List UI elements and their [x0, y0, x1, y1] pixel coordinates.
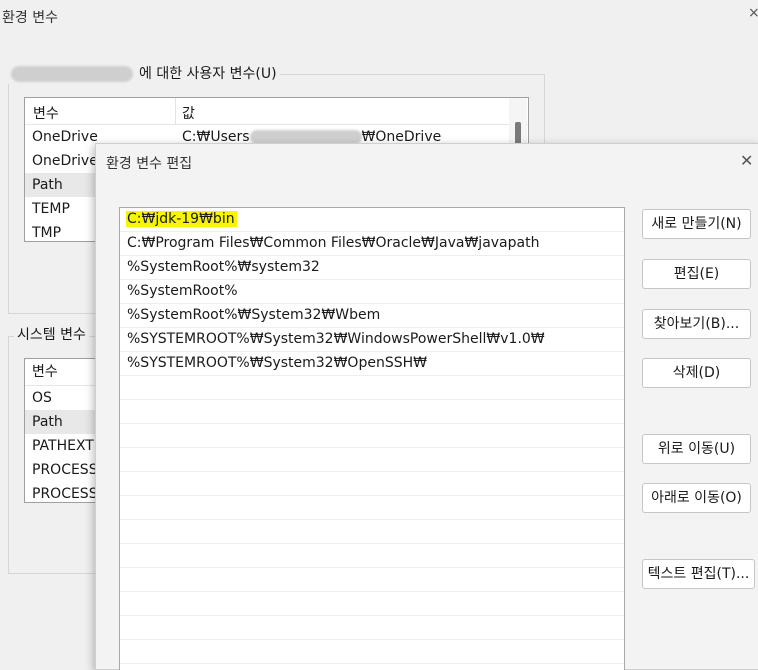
user-variables-label: 에 대한 사용자 변수(U) [8, 64, 280, 84]
empty-path-row[interactable] [120, 640, 624, 664]
empty-path-row[interactable] [120, 520, 624, 544]
redacted-user-folder [249, 130, 362, 144]
dialog-close-icon[interactable]: ✕ [740, 151, 753, 170]
env-window-close-button[interactable]: × [748, 5, 758, 21]
system-variables-label: 시스템 변수 [14, 325, 89, 345]
edit-env-variable-dialog: 환경 변수 편집 ✕ C:₩jdk-19₩bin C:₩Program File… [95, 143, 758, 670]
path-entry[interactable]: %SYSTEMROOT%₩System32₩OpenSSH₩ [120, 352, 624, 376]
path-entry[interactable]: %SystemRoot%₩system32 [120, 256, 624, 280]
empty-path-row[interactable] [120, 472, 624, 496]
highlighted-path-text: C:₩jdk-19₩bin [126, 211, 237, 227]
column-header-variable[interactable]: 변수 [33, 103, 59, 123]
empty-path-row[interactable] [120, 592, 624, 616]
path-entry-jdk[interactable]: C:₩jdk-19₩bin [120, 208, 624, 232]
path-entries-list[interactable]: C:₩jdk-19₩bin C:₩Program Files₩Common Fi… [119, 207, 625, 670]
empty-path-row[interactable] [120, 568, 624, 592]
move-up-button[interactable]: 위로 이동(U) [642, 434, 751, 464]
empty-path-row[interactable] [120, 376, 624, 400]
edit-text-button[interactable]: 텍스트 편집(T)... [642, 559, 755, 589]
column-header-variable[interactable]: 변수 [32, 364, 58, 380]
empty-path-row[interactable] [120, 664, 624, 670]
browse-button[interactable]: 찾아보기(B)... [642, 309, 751, 339]
path-entry[interactable]: %SystemRoot% [120, 280, 624, 304]
env-window-title: 환경 변수 [2, 10, 58, 26]
empty-path-row[interactable] [120, 496, 624, 520]
user-list-header: 변수 값 [25, 98, 528, 125]
column-separator[interactable] [175, 98, 176, 124]
empty-path-row[interactable] [120, 544, 624, 568]
empty-path-row[interactable] [120, 616, 624, 640]
edit-button[interactable]: 편집(E) [642, 259, 751, 289]
path-entry[interactable]: C:₩Program Files₩Common Files₩Oracle₩Jav… [120, 232, 624, 256]
delete-button[interactable]: 삭제(D) [642, 358, 751, 388]
redacted-username [11, 66, 133, 82]
path-entry[interactable]: %SystemRoot%₩System32₩Wbem [120, 304, 624, 328]
move-down-button[interactable]: 아래로 이동(O) [642, 483, 751, 513]
empty-path-row[interactable] [120, 448, 624, 472]
empty-path-row[interactable] [120, 424, 624, 448]
empty-path-row[interactable] [120, 400, 624, 424]
dialog-title: 환경 변수 편집 [106, 156, 193, 172]
column-header-value[interactable]: 값 [182, 103, 195, 123]
path-entry[interactable]: %SYSTEMROOT%₩System32₩WindowsPowerShell₩… [120, 328, 624, 352]
new-button[interactable]: 새로 만들기(N) [642, 209, 751, 239]
